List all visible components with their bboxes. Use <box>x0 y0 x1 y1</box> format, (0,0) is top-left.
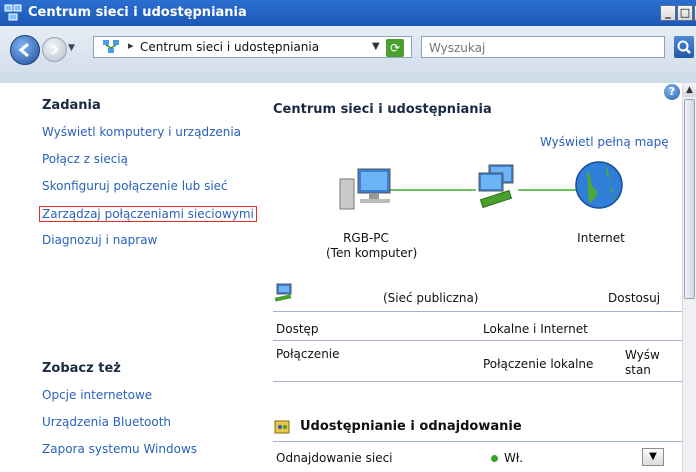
main-panel: ? Centrum sieci i udostępniania Wyświetl… <box>258 83 688 472</box>
window-title: Centrum sieci i udostępniania <box>28 5 247 20</box>
recent-pages-dropdown-icon[interactable]: ▼ <box>68 43 78 53</box>
back-arrow-icon <box>18 42 29 58</box>
connection-value: Połączenie lokalne <box>483 357 594 371</box>
internet-label: Internet <box>577 231 625 245</box>
address-dropdown-icon[interactable]: ▼ <box>372 41 380 52</box>
internet-options-link[interactable]: Opcje internetowe <box>42 388 152 402</box>
title-bar: Centrum sieci i udostępniania _ □ <box>0 0 696 26</box>
task-connect-link[interactable]: Połącz z siecią <box>42 152 128 166</box>
task-setup-connection-link[interactable]: Skonfiguruj połączenie lub sieć <box>42 179 228 193</box>
access-label: Dostęp <box>276 322 319 336</box>
minimize-button[interactable]: _ <box>660 5 676 21</box>
connection-label: Połączenie <box>276 347 340 361</box>
maximize-button[interactable]: □ <box>677 5 693 21</box>
network-map: RGB-PC (Ten komputer) Internet <box>326 153 668 260</box>
divider <box>273 441 688 442</box>
access-value: Lokalne i Internet <box>483 322 588 336</box>
search-input[interactable] <box>427 39 661 57</box>
network-icon <box>103 40 119 53</box>
see-also-header: Zobacz też <box>42 361 121 376</box>
help-icon[interactable]: ? <box>664 84 680 100</box>
pc-name-label: RGB-PC <box>343 231 389 245</box>
view-full-map-link[interactable]: Wyświetl pełną mapę <box>540 135 669 149</box>
task-pane: Zadania Wyświetl komputery i urządzenia … <box>0 83 258 472</box>
computer-icon <box>339 168 391 210</box>
divider <box>273 340 688 341</box>
search-button[interactable] <box>674 36 694 58</box>
network-center-icon <box>4 4 22 21</box>
vertical-scrollbar[interactable]: ▲ <box>682 83 696 472</box>
search-icon <box>677 40 691 54</box>
search-box[interactable] <box>421 36 665 58</box>
internet-globe-icon <box>575 161 623 209</box>
network-discovery-status: Wł. <box>491 451 523 465</box>
network-discovery-label: Odnajdowanie sieci <box>276 451 393 465</box>
back-button[interactable] <box>10 35 40 65</box>
view-status-link-line1[interactable]: Wyśw <box>625 348 660 362</box>
pc-sub-label: (Ten komputer) <box>326 246 418 260</box>
breadcrumb[interactable]: Centrum sieci i udostępniania <box>140 40 319 54</box>
forward-arrow-icon <box>51 44 59 55</box>
scroll-up-button[interactable]: ▲ <box>683 83 696 97</box>
breadcrumb-arrow-icon[interactable]: ▸ <box>128 39 134 52</box>
tasks-header: Zadania <box>42 98 101 113</box>
navigation-bar: ▼ ▸ Centrum sieci i udostępniania ▼ ⟳ <box>0 26 696 83</box>
divider <box>273 311 688 312</box>
sharing-header: Udostępnianie i odnajdowanie <box>300 419 522 434</box>
address-box[interactable]: ▸ Centrum sieci i udostępniania ▼ <box>93 36 412 58</box>
sharing-icon <box>274 420 290 434</box>
forward-button[interactable] <box>42 37 67 62</box>
bluetooth-devices-link[interactable]: Urządzenia Bluetooth <box>42 415 171 429</box>
divider <box>273 381 688 382</box>
content-area: Zadania Wyświetl komputery i urządzenia … <box>0 83 688 472</box>
task-manage-connections-link[interactable]: Zarządzaj połączeniami sieciowymi <box>39 206 257 222</box>
page-title: Centrum sieci i udostępniania <box>273 102 492 117</box>
scroll-thumb[interactable] <box>684 99 695 299</box>
refresh-icon: ⟳ <box>389 41 401 55</box>
refresh-button[interactable]: ⟳ <box>386 39 404 57</box>
view-status-link-line2[interactable]: stan <box>625 363 651 377</box>
connection-line <box>518 189 578 191</box>
task-view-computers-link[interactable]: Wyświetl komputery i urządzenia <box>42 125 241 139</box>
status-on-icon <box>491 455 498 462</box>
network-discovery-expand-button[interactable]: ▼ <box>642 448 664 466</box>
connection-line <box>386 189 476 191</box>
customize-link[interactable]: Dostosuj <box>608 291 660 305</box>
network-type-label: (Sieć publiczna) <box>383 291 479 305</box>
windows-firewall-link[interactable]: Zapora systemu Windows <box>42 442 197 456</box>
public-network-icon <box>274 283 292 302</box>
task-diagnose-link[interactable]: Diagnozuj i napraw <box>42 233 157 247</box>
network-icon <box>478 164 514 209</box>
network-discovery-value: Wł. <box>504 451 524 465</box>
